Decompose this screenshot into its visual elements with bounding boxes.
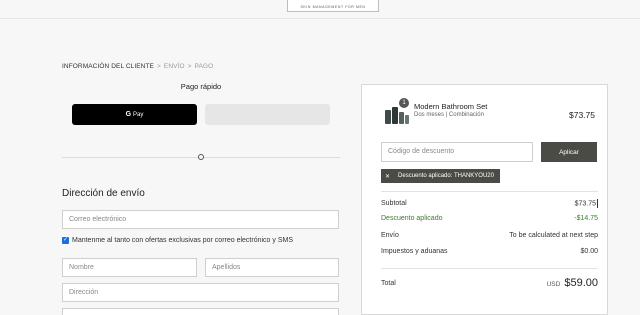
apply-discount-button[interactable]: Aplicar — [541, 142, 597, 162]
shipping-row: Envío To be calculated at next step — [381, 232, 598, 239]
brand-logo[interactable]: SKIN MANAGEMENT FOR MEN — [287, 0, 379, 12]
total-row: Total USD $59.00 — [381, 277, 598, 289]
subtotal-value: $73.75 — [574, 200, 596, 208]
quantity-badge: 1 — [399, 98, 409, 108]
top-bar: SKIN MANAGEMENT FOR MEN — [0, 0, 640, 14]
discount-label: Descuento aplicado — [381, 215, 443, 222]
taxes-label: Impuestos y aduanas — [381, 248, 448, 255]
google-pay-label: Pay — [133, 111, 144, 118]
breadcrumb-separator: > — [157, 63, 161, 70]
remove-discount-icon[interactable]: ✕ — [385, 173, 390, 180]
product-price: $73.75 — [569, 110, 595, 120]
subtotal-row: Subtotal $73.75 — [381, 199, 598, 208]
address-field[interactable]: Dirección — [62, 283, 339, 302]
divider-dot — [198, 154, 204, 160]
order-summary: 1 Modern Bathroom Set Dos meses | Combin… — [361, 84, 608, 315]
breadcrumb: INFORMACIÓN DEL CLIENTE > ENVÍO > PAGO — [62, 63, 213, 70]
header-divider — [0, 18, 640, 19]
total-label: Total — [381, 279, 396, 287]
total-currency: USD — [546, 281, 561, 288]
breadcrumb-step-shipping: ENVÍO — [163, 63, 185, 70]
breadcrumb-step-information[interactable]: INFORMACIÓN DEL CLIENTE — [62, 63, 154, 70]
applied-discount-label: Descuento aplicado: THANKYOU20 — [398, 173, 494, 179]
product-variant: Dos meses | Combinación — [414, 112, 484, 118]
summary-divider — [381, 191, 598, 192]
marketing-optin-label: Mantenme al tanto con ofertas exclusivas… — [72, 237, 293, 244]
product-name: Modern Bathroom Set — [414, 102, 488, 111]
taxes-row: Impuestos y aduanas $0.00 — [381, 248, 598, 255]
logo-tagline: SKIN MANAGEMENT FOR MEN — [300, 5, 366, 9]
text-caret — [597, 199, 598, 208]
breadcrumb-separator: > — [187, 63, 192, 70]
first-name-field[interactable]: Nombre — [62, 258, 197, 277]
google-pay-button[interactable]: G Pay — [72, 104, 197, 125]
checkbox-checked-icon[interactable]: ✓ — [62, 237, 69, 244]
express-checkout-title: Pago rápido — [180, 82, 222, 91]
address-line-2-field[interactable] — [62, 308, 339, 315]
summary-divider — [381, 268, 598, 269]
discount-code-input[interactable]: Código de descuento — [381, 142, 533, 162]
google-g-icon: G — [125, 111, 132, 118]
breadcrumb-step-payment: PAGO — [194, 63, 214, 70]
discount-value: -$14.75 — [574, 215, 598, 222]
express-pay-button-secondary[interactable] — [205, 104, 330, 125]
email-field[interactable]: Correo electrónico — [62, 210, 339, 229]
shipping-value: To be calculated at next step — [509, 232, 598, 239]
total-value: $59.00 — [564, 277, 598, 289]
last-name-field[interactable]: Apellidos — [205, 258, 339, 277]
marketing-optin[interactable]: ✓ Mantenme al tanto con ofertas exclusiv… — [62, 237, 293, 244]
shipping-label: Envío — [381, 232, 399, 239]
applied-discount-tag: ✕ Descuento aplicado: THANKYOU20 — [381, 169, 500, 183]
discount-row: Descuento aplicado -$14.75 — [381, 215, 598, 222]
shipping-section-title: Dirección de envío — [62, 188, 145, 199]
taxes-value: $0.00 — [580, 248, 598, 255]
subtotal-label: Subtotal — [381, 200, 407, 207]
